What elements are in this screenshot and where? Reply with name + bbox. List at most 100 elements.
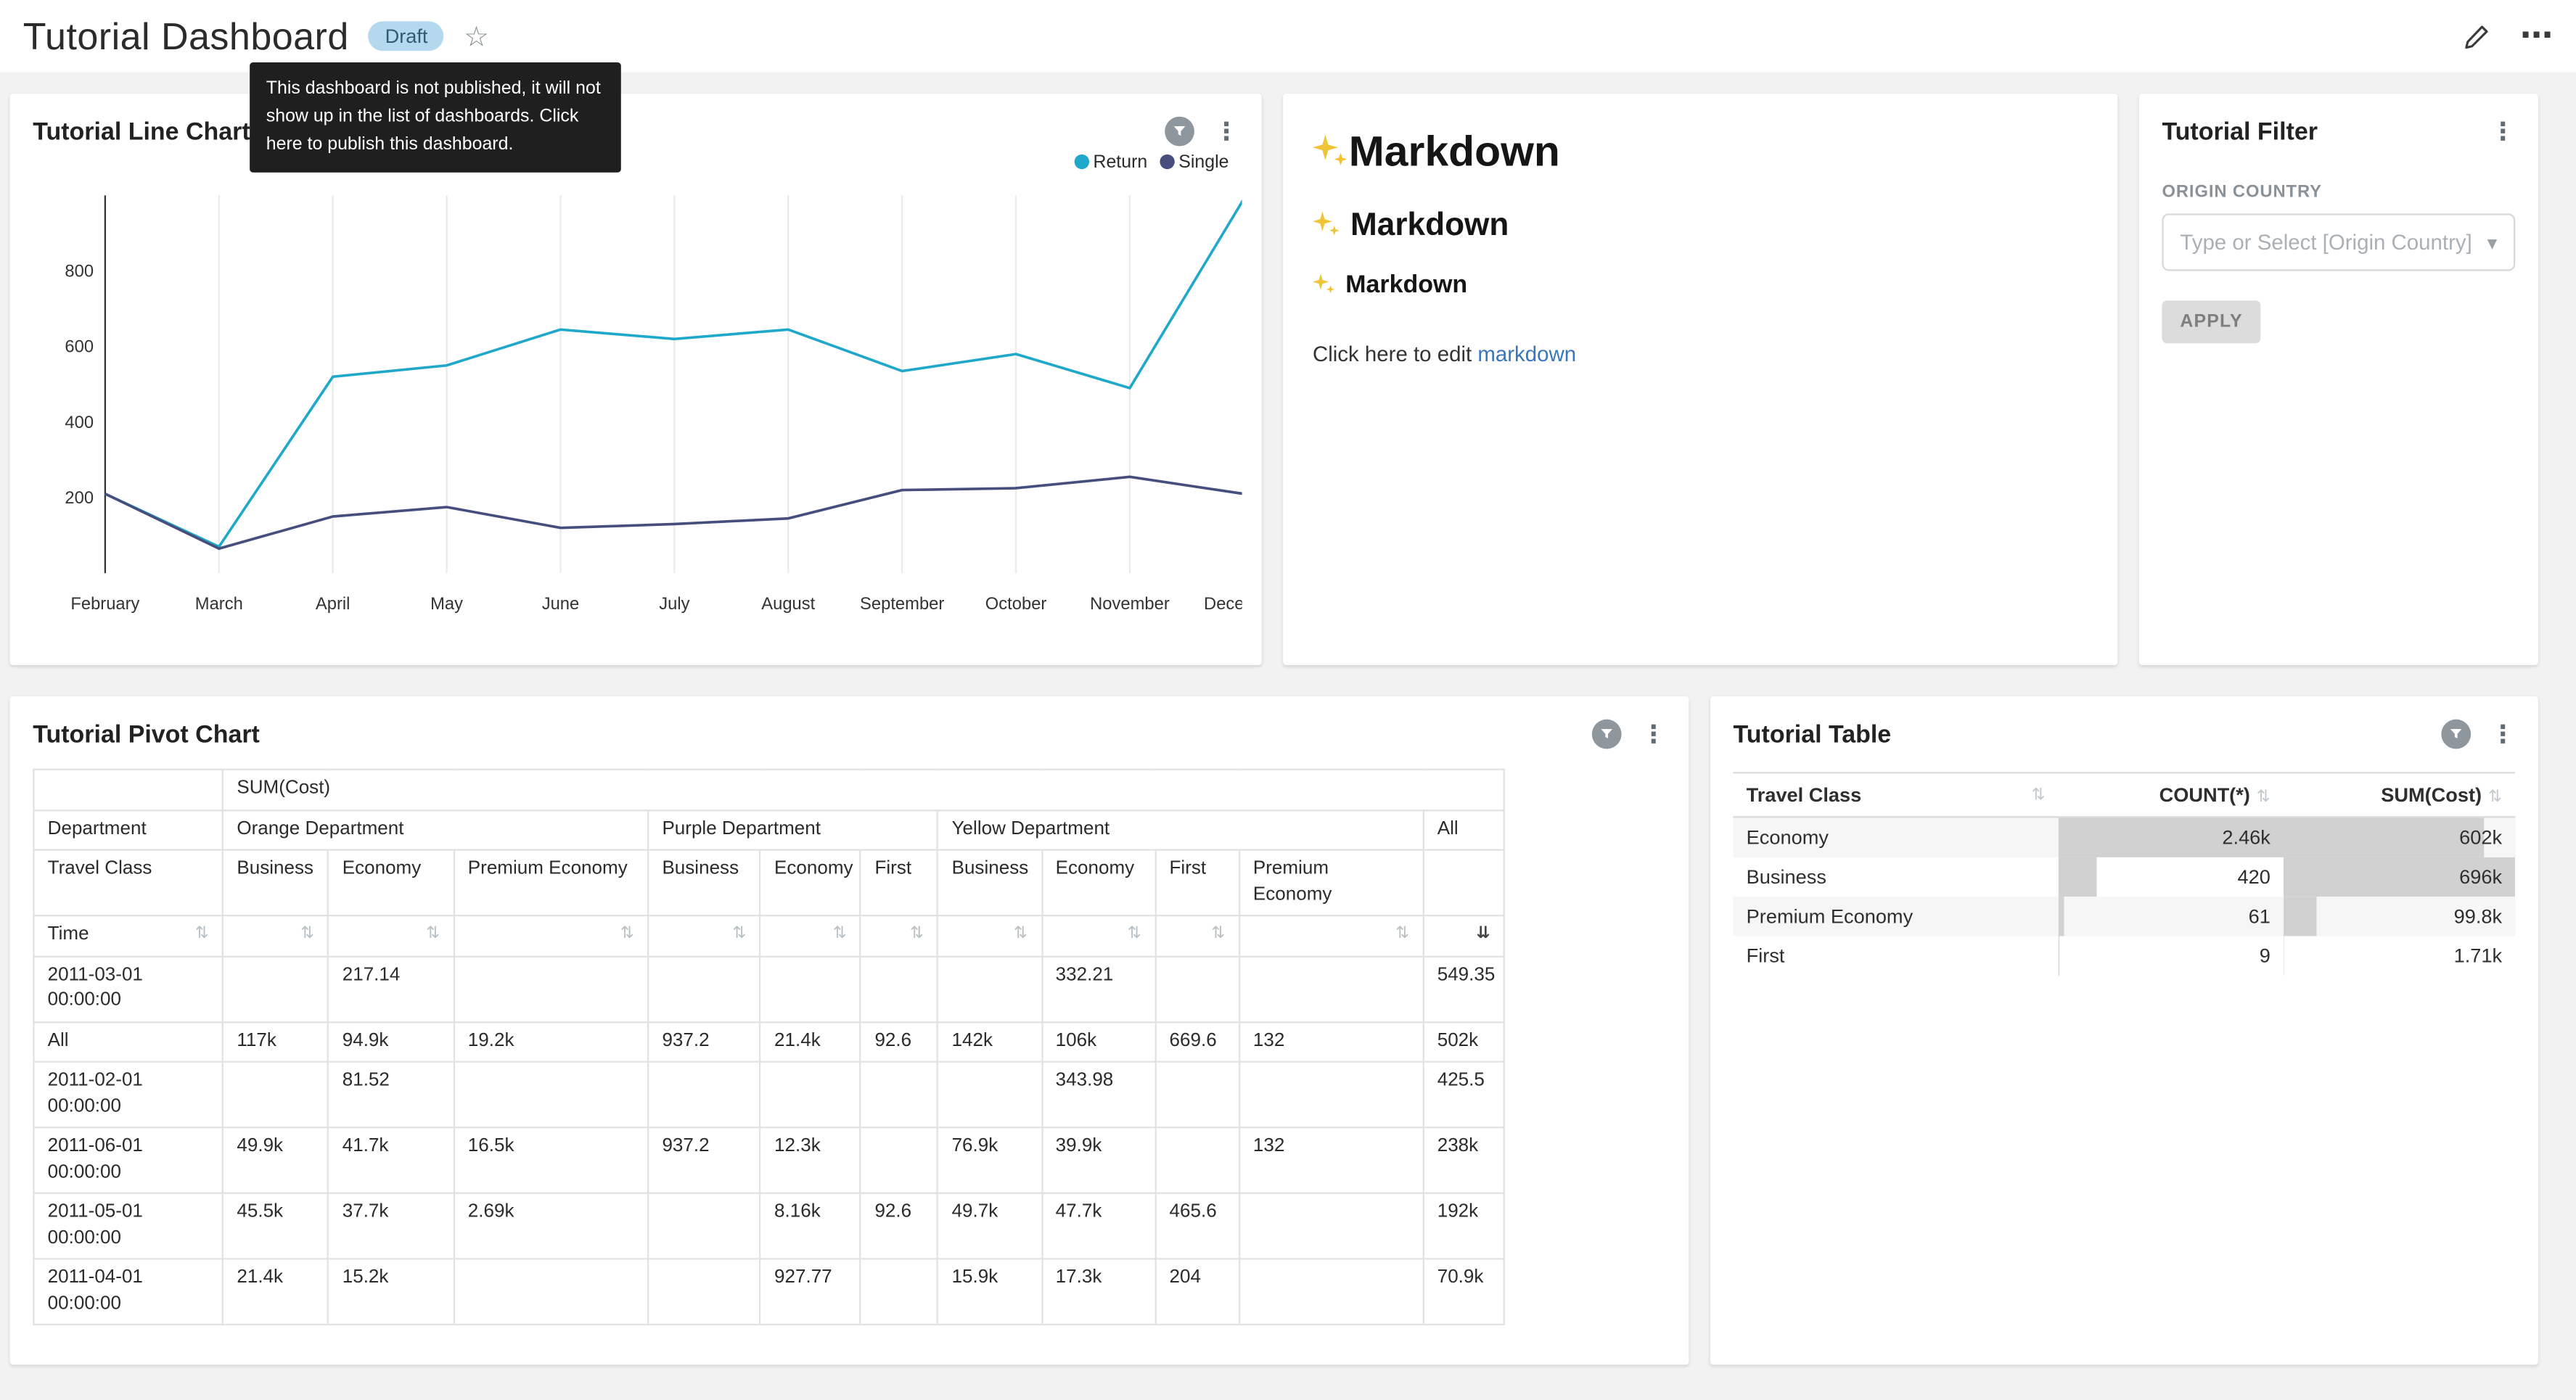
filter-indicator-icon[interactable] xyxy=(1592,720,1622,749)
svg-text:200: 200 xyxy=(65,488,94,508)
pivot-cell: 343.98 xyxy=(1041,1062,1155,1128)
svg-text:June: June xyxy=(542,594,580,614)
origin-country-select[interactable]: Type or Select [Origin Country] ▾ xyxy=(2162,213,2515,271)
sparkles-icon xyxy=(1313,273,1336,296)
sort-icon[interactable]: ⇅ xyxy=(1128,923,1141,946)
column-header-travel-class[interactable]: Travel Class⇅ xyxy=(1734,773,2059,817)
sort-icon[interactable]: ⇅ xyxy=(2032,786,2046,804)
sort-icon[interactable]: ⇅ xyxy=(733,923,747,946)
column-header-sum[interactable]: SUM(Cost)⇅ xyxy=(2284,773,2515,817)
markdown-card: Markdown Markdown Markdown Click here to… xyxy=(1283,94,2117,665)
markdown-edit-link[interactable]: markdown xyxy=(1477,342,1576,366)
pivot-cell xyxy=(1239,1062,1424,1128)
pivot-cell: 92.6 xyxy=(861,1021,938,1062)
cell-count: 420 xyxy=(2059,857,2284,897)
pivot-sort-cell: ⇅ xyxy=(328,915,454,956)
sort-icon[interactable]: ⇅ xyxy=(620,923,634,946)
ellipsis-menu-icon[interactable]: ⋯ xyxy=(2520,20,2553,52)
filter-indicator-icon[interactable] xyxy=(1165,117,1194,147)
legend-item[interactable]: Single xyxy=(1160,153,1228,173)
card-title: Tutorial Table xyxy=(1734,720,1892,748)
pivot-cell xyxy=(1155,1062,1239,1128)
kebab-menu-icon[interactable]: ⋮ xyxy=(1214,119,1239,144)
sort-icon[interactable]: ⇅ xyxy=(2488,788,2502,807)
sparkles-icon xyxy=(1313,210,1340,238)
table-row: First91.71k xyxy=(1734,936,2516,975)
pivot-cell xyxy=(1239,1259,1424,1325)
sort-icon[interactable]: ⇅ xyxy=(1211,923,1225,946)
pivot-cell xyxy=(938,1062,1041,1128)
select-placeholder: Type or Select [Origin Country] xyxy=(2180,230,2472,255)
pivot-dimension-label: Department xyxy=(33,810,223,850)
star-icon[interactable]: ☆ xyxy=(464,22,489,50)
pivot-cell: 15.2k xyxy=(328,1259,454,1325)
sort-desc-icon[interactable]: ⇊ xyxy=(1476,923,1490,946)
pivot-cell: 502k xyxy=(1423,1021,1504,1062)
origin-country-label: ORIGIN COUNTRY xyxy=(2162,182,2515,202)
pivot-cell: 192k xyxy=(1423,1193,1504,1259)
pivot-column-group: Orange Department xyxy=(223,810,648,850)
sort-icon[interactable]: ⇅ xyxy=(426,923,440,946)
pivot-cell: 47.7k xyxy=(1041,1193,1155,1259)
pivot-cell xyxy=(1239,1193,1424,1259)
pivot-column-leaf: Premium Economy xyxy=(454,850,649,916)
sort-icon[interactable]: ⇅ xyxy=(300,923,314,946)
pivot-cell: 81.52 xyxy=(328,1062,454,1128)
pivot-cell xyxy=(938,956,1041,1022)
table-row: Premium Economy6199.8k xyxy=(1734,897,2516,936)
line-chart-svg: 200400600800FebruaryMarchAprilMayJuneJul… xyxy=(26,182,1242,622)
pivot-cell: 132 xyxy=(1239,1021,1424,1062)
pivot-sort-cell: ⇅ xyxy=(454,915,649,956)
markdown-heading-2: Markdown xyxy=(1313,207,2088,244)
cell-sum: 696k xyxy=(2284,857,2515,897)
sort-icon[interactable]: ⇅ xyxy=(195,923,209,946)
pivot-row-label: All xyxy=(33,1021,223,1062)
table-row: Economy2.46k602k xyxy=(1734,817,2516,857)
kebab-menu-icon[interactable]: ⋮ xyxy=(2490,119,2515,144)
cell-count: 9 xyxy=(2059,936,2284,975)
pivot-cell xyxy=(1155,1128,1239,1194)
draft-badge[interactable]: Draft xyxy=(369,21,444,51)
sort-icon[interactable]: ⇅ xyxy=(833,923,847,946)
pivot-cell: 238k xyxy=(1423,1128,1504,1194)
pivot-cell: 19.2k xyxy=(454,1021,649,1062)
svg-text:May: May xyxy=(430,594,463,614)
pivot-cell xyxy=(861,1062,938,1128)
edit-pencil-icon[interactable] xyxy=(2463,22,2490,50)
pivot-cell: 669.6 xyxy=(1155,1021,1239,1062)
legend-item[interactable]: Return xyxy=(1075,153,1148,173)
cell-sum: 99.8k xyxy=(2284,897,2515,936)
unpublished-tooltip: This dashboard is not published, it will… xyxy=(250,62,621,173)
pivot-column-leaf: Business xyxy=(938,850,1041,916)
sort-icon[interactable]: ⇅ xyxy=(1014,923,1027,946)
pivot-subdimension-label: Travel Class xyxy=(33,850,223,916)
pivot-cell: 2.69k xyxy=(454,1193,649,1259)
sparkles-icon xyxy=(1313,133,1349,169)
kebab-menu-icon[interactable]: ⋮ xyxy=(1641,722,1666,746)
svg-text:July: July xyxy=(659,594,689,614)
pivot-corner xyxy=(33,770,223,810)
svg-text:March: March xyxy=(195,594,243,614)
sort-icon[interactable]: ⇅ xyxy=(910,923,924,946)
pivot-cell xyxy=(648,956,760,1022)
markdown-heading-3-text: Markdown xyxy=(1345,271,1467,299)
pivot-sort-cell: ⇅ xyxy=(938,915,1041,956)
pivot-column-leaf: Economy xyxy=(1041,850,1155,916)
pivot-column-leaf: Business xyxy=(223,850,328,916)
column-header-count[interactable]: COUNT(*)⇅ xyxy=(2059,773,2284,817)
pivot-cell: 41.7k xyxy=(328,1128,454,1194)
pivot-cell xyxy=(1239,956,1424,1022)
markdown-paragraph-text: Click here to edit xyxy=(1313,342,1477,366)
cell-travel-class: Economy xyxy=(1734,817,2059,857)
pivot-cell: 927.77 xyxy=(760,1259,861,1325)
kebab-menu-icon[interactable]: ⋮ xyxy=(2490,722,2515,746)
pivot-cell: 94.9k xyxy=(328,1021,454,1062)
pivot-cell: 15.9k xyxy=(938,1259,1041,1325)
filter-indicator-icon[interactable] xyxy=(2441,720,2471,749)
sort-icon[interactable]: ⇅ xyxy=(2257,788,2271,807)
apply-button[interactable]: APPLY xyxy=(2162,300,2260,343)
table-row: Business420696k xyxy=(1734,857,2516,897)
svg-text:September: September xyxy=(860,594,944,614)
sort-icon[interactable]: ⇅ xyxy=(1395,923,1409,946)
svg-text:October: October xyxy=(985,594,1047,614)
